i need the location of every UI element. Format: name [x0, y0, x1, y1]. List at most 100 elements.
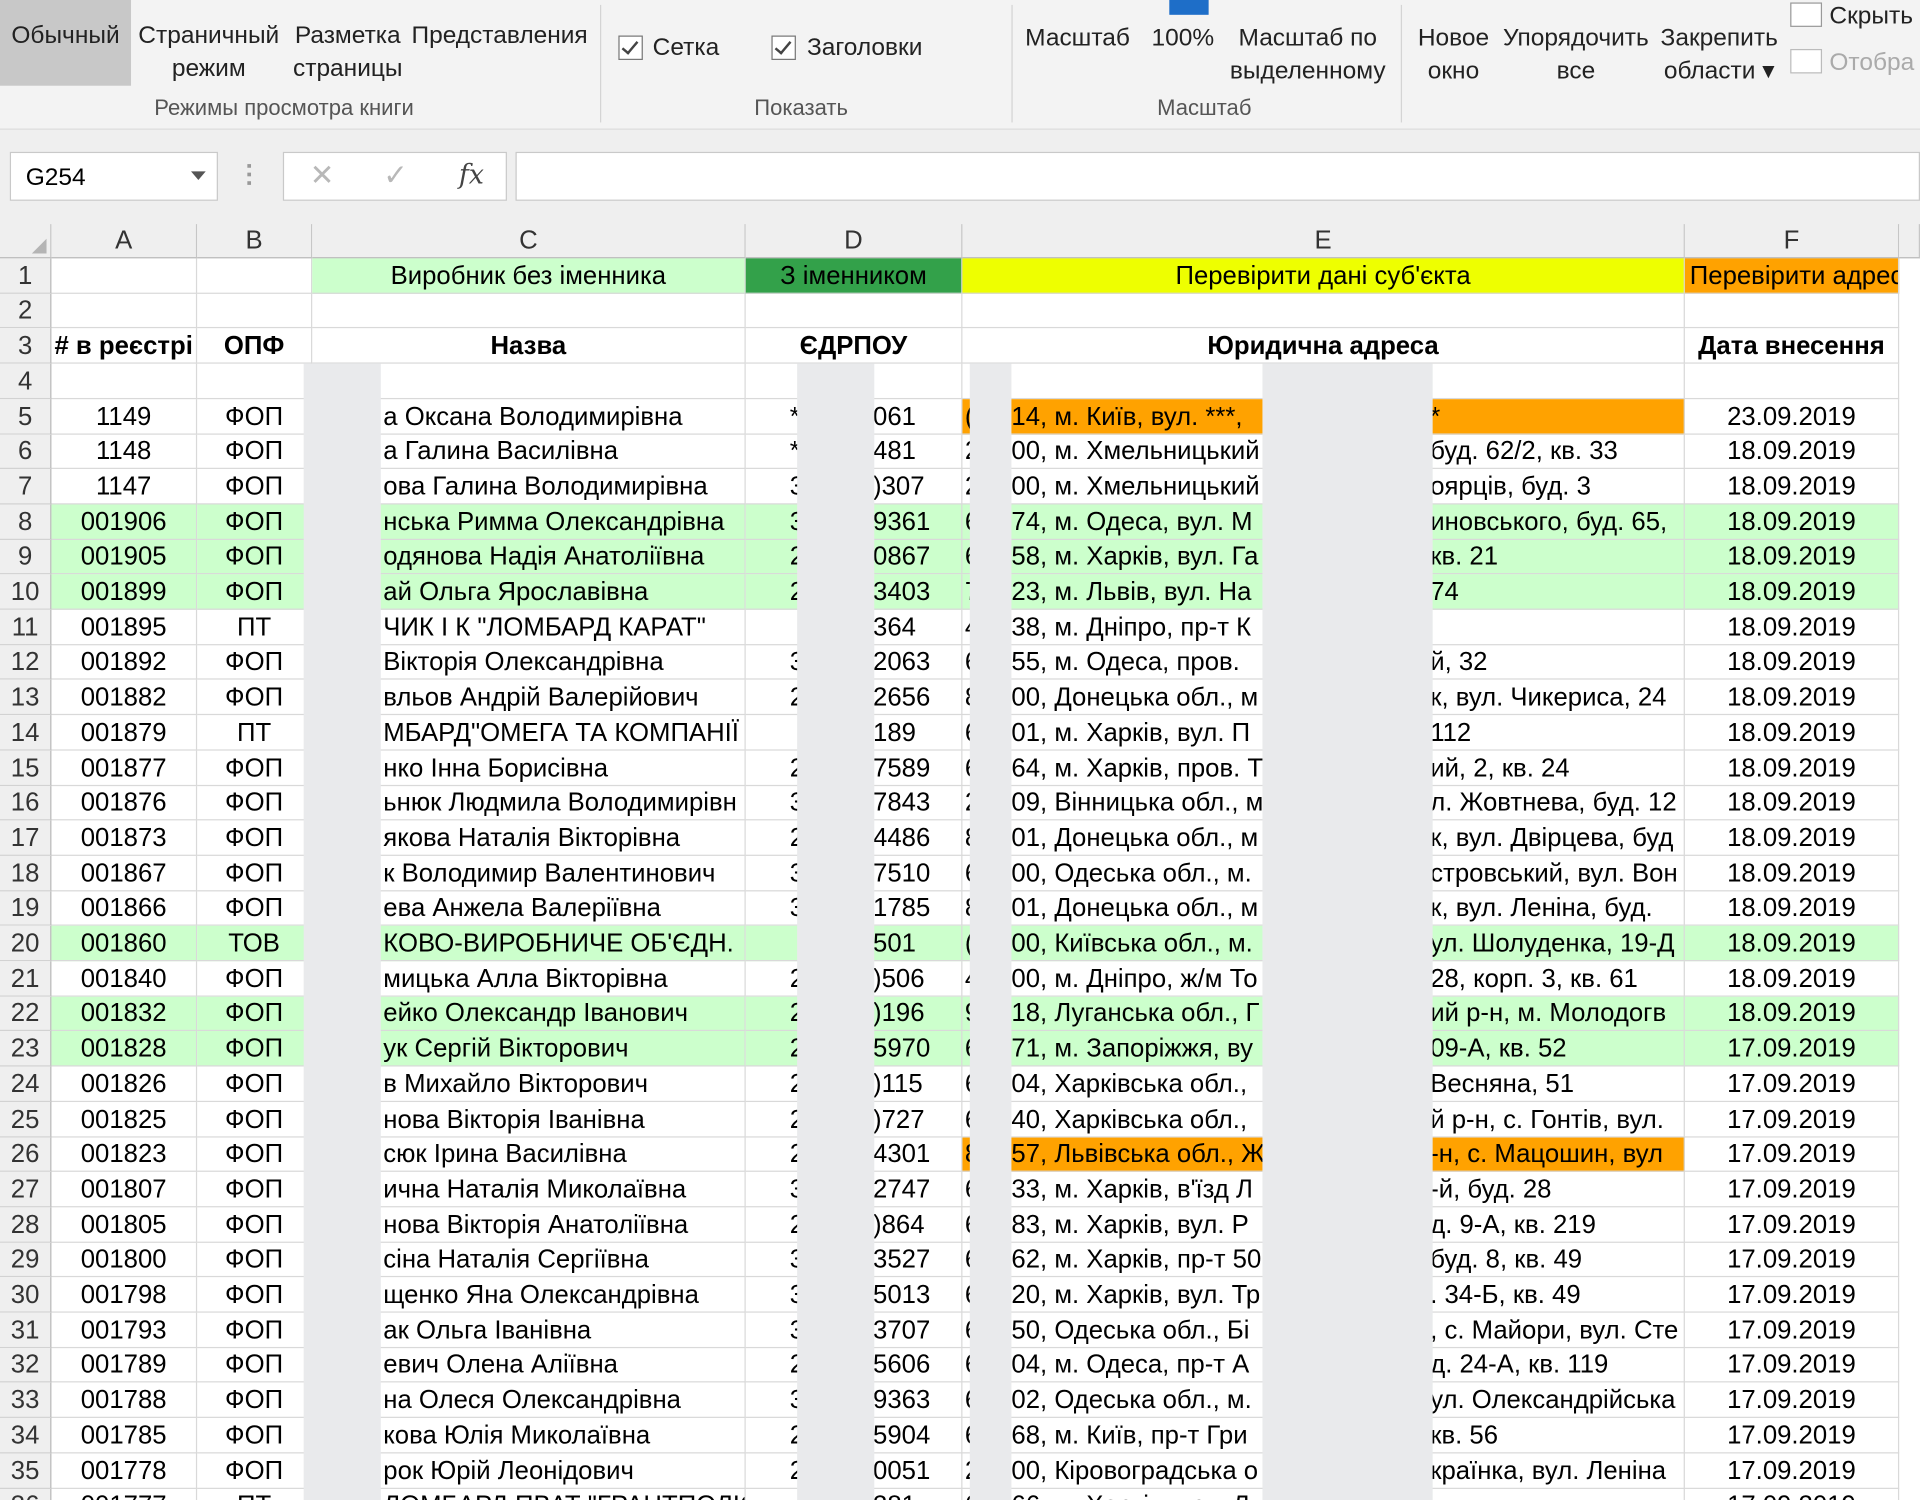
- legal-form-cell[interactable]: ФОП: [197, 820, 313, 856]
- registry-number-cell[interactable]: 001778: [51, 1453, 198, 1489]
- row-header[interactable]: 12: [0, 645, 52, 680]
- legal-form-cell[interactable]: ФОП: [197, 1453, 313, 1489]
- column-header-b[interactable]: B: [197, 224, 313, 259]
- unhide-window-button[interactable]: Отобра: [1829, 47, 1914, 80]
- date-cell[interactable]: 18.09.2019: [1684, 504, 1900, 540]
- check-icon[interactable]: ✓: [365, 153, 426, 200]
- registry-number-cell[interactable]: 001777: [51, 1488, 198, 1500]
- checkbox-gridlines[interactable]: [618, 35, 643, 60]
- date-cell[interactable]: 18.09.2019: [1684, 574, 1900, 610]
- view-button-0[interactable]: Обычный: [0, 0, 132, 86]
- zoom-button-0[interactable]: Масштаб: [1019, 22, 1137, 55]
- cell-empty[interactable]: [197, 363, 313, 400]
- cell-a1[interactable]: [51, 258, 198, 294]
- row-header[interactable]: 16: [0, 786, 52, 821]
- registry-number-cell[interactable]: 001882: [51, 679, 198, 716]
- row-header[interactable]: 6: [0, 434, 52, 469]
- column-header-d[interactable]: D: [745, 224, 963, 259]
- header-e[interactable]: Юридична адреса: [962, 328, 1685, 364]
- formula-input[interactable]: [515, 151, 1920, 201]
- registry-number-cell[interactable]: 001825: [51, 1102, 198, 1138]
- legal-form-cell[interactable]: ФОП: [197, 1348, 313, 1383]
- formula-bar-grip-icon[interactable]: [247, 164, 252, 188]
- registry-number-cell[interactable]: 001895: [51, 609, 198, 646]
- date-cell[interactable]: 18.09.2019: [1684, 645, 1900, 680]
- row-header[interactable]: 2: [0, 293, 52, 329]
- legal-form-cell[interactable]: ПТ: [197, 715, 313, 751]
- registry-number-cell[interactable]: 1149: [51, 399, 198, 435]
- row-header[interactable]: 14: [0, 715, 52, 751]
- legal-form-cell[interactable]: ФОП: [197, 645, 313, 680]
- row-header[interactable]: 15: [0, 750, 52, 787]
- legal-form-cell[interactable]: ПТ: [197, 609, 313, 646]
- row-header[interactable]: 33: [0, 1382, 52, 1418]
- cell-empty[interactable]: [1684, 363, 1900, 400]
- legal-form-cell[interactable]: ФОП: [197, 891, 313, 926]
- date-cell[interactable]: 18.09.2019: [1684, 609, 1900, 646]
- registry-number-cell[interactable]: 001873: [51, 820, 198, 856]
- legal-form-cell[interactable]: ФОП: [197, 1277, 313, 1313]
- date-cell[interactable]: 17.09.2019: [1684, 1171, 1900, 1208]
- cell-empty[interactable]: [962, 293, 1685, 329]
- registry-number-cell[interactable]: 001877: [51, 750, 198, 787]
- date-cell[interactable]: 17.09.2019: [1684, 1031, 1900, 1067]
- registry-number-cell[interactable]: 001899: [51, 574, 198, 610]
- date-cell[interactable]: 23.09.2019: [1684, 399, 1900, 435]
- legal-form-cell[interactable]: ФОП: [197, 855, 313, 892]
- header-b[interactable]: ОПФ: [197, 328, 313, 364]
- insert-function-button[interactable]: fx: [441, 153, 502, 200]
- row-header[interactable]: 25: [0, 1102, 52, 1138]
- cell-empty[interactable]: [1684, 293, 1900, 329]
- date-cell[interactable]: 17.09.2019: [1684, 1453, 1900, 1489]
- legal-form-cell[interactable]: ФОП: [197, 540, 313, 575]
- date-cell[interactable]: 18.09.2019: [1684, 715, 1900, 751]
- legal-form-cell[interactable]: ФОП: [197, 468, 313, 505]
- row-header[interactable]: 18: [0, 855, 52, 892]
- zoom-button-2[interactable]: Масштаб по выделенному: [1227, 22, 1389, 88]
- header-f[interactable]: Дата внесення: [1684, 328, 1900, 364]
- date-cell[interactable]: 18.09.2019: [1684, 468, 1900, 505]
- registry-number-cell[interactable]: 001823: [51, 1137, 198, 1172]
- registry-number-cell[interactable]: 001832: [51, 996, 198, 1032]
- row-header[interactable]: 4: [0, 363, 52, 400]
- registry-number-cell[interactable]: 001860: [51, 925, 198, 962]
- date-cell[interactable]: 17.09.2019: [1684, 1207, 1900, 1243]
- date-cell[interactable]: 17.09.2019: [1684, 1066, 1900, 1103]
- row-header[interactable]: 5: [0, 399, 52, 435]
- legal-form-cell[interactable]: ФОП: [197, 399, 313, 435]
- row-header[interactable]: 26: [0, 1137, 52, 1172]
- row-header[interactable]: 23: [0, 1031, 52, 1067]
- legal-form-cell[interactable]: ФОП: [197, 504, 313, 540]
- legal-form-cell[interactable]: ФОП: [197, 1242, 313, 1278]
- legal-form-cell[interactable]: ФОП: [197, 961, 313, 997]
- row-header[interactable]: 29: [0, 1242, 52, 1278]
- cell-empty[interactable]: [197, 293, 313, 329]
- legal-form-cell[interactable]: ФОП: [197, 750, 313, 787]
- legal-form-cell[interactable]: ФОП: [197, 1137, 313, 1172]
- checkbox-headings[interactable]: [771, 35, 796, 60]
- legend-with-name[interactable]: З іменником: [745, 258, 963, 294]
- registry-number-cell[interactable]: 001785: [51, 1417, 198, 1454]
- cell-empty[interactable]: [51, 293, 198, 329]
- date-cell[interactable]: 18.09.2019: [1684, 434, 1900, 469]
- column-header-a[interactable]: A: [51, 224, 198, 259]
- row-header[interactable]: 22: [0, 996, 52, 1032]
- date-cell[interactable]: 18.09.2019: [1684, 786, 1900, 821]
- registry-number-cell[interactable]: 001789: [51, 1348, 198, 1383]
- row-header[interactable]: 28: [0, 1207, 52, 1243]
- header-a[interactable]: # в реєстрі: [51, 328, 198, 364]
- window-button-2[interactable]: Закрепить области ▾: [1656, 22, 1783, 88]
- view-button-3[interactable]: Представления: [408, 0, 592, 86]
- row-header[interactable]: 19: [0, 891, 52, 926]
- date-cell[interactable]: 17.09.2019: [1684, 1102, 1900, 1138]
- legal-form-cell[interactable]: ФОП: [197, 1031, 313, 1067]
- legal-form-cell[interactable]: ФОП: [197, 574, 313, 610]
- row-header[interactable]: 27: [0, 1171, 52, 1208]
- registry-number-cell[interactable]: 001800: [51, 1242, 198, 1278]
- legal-form-cell[interactable]: ФОП: [197, 1066, 313, 1103]
- column-header-c[interactable]: C: [312, 224, 746, 259]
- registry-number-cell[interactable]: 1148: [51, 434, 198, 469]
- date-cell[interactable]: 17.09.2019: [1684, 1382, 1900, 1418]
- date-cell[interactable]: 17.09.2019: [1684, 1277, 1900, 1313]
- legal-form-cell[interactable]: ФОП: [197, 434, 313, 469]
